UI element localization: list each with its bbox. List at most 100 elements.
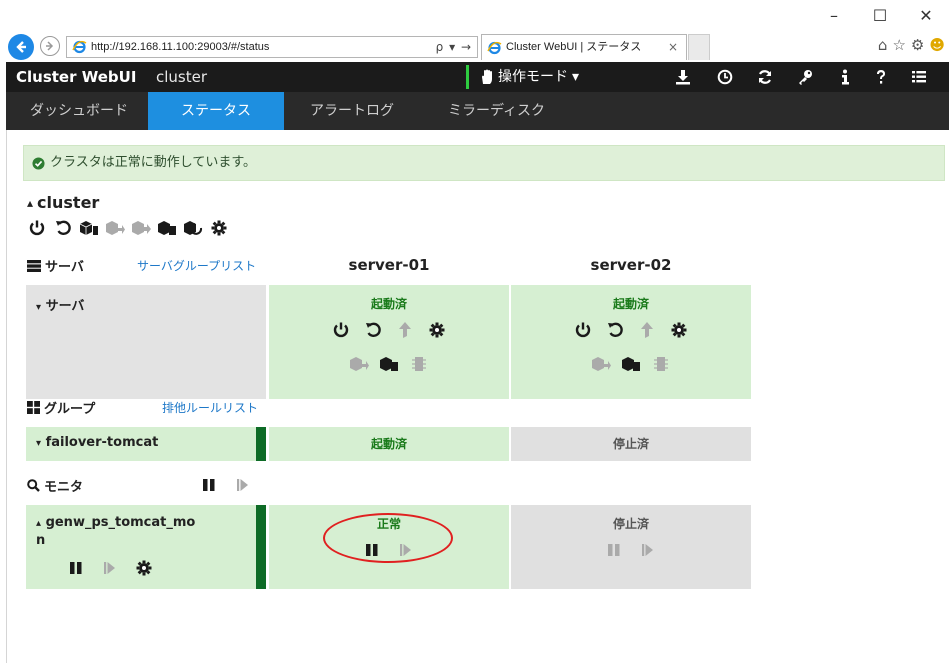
arrow-left-icon (16, 41, 26, 53)
group-server-01-cell[interactable]: 起動済 (269, 427, 509, 461)
forward-button[interactable] (40, 36, 60, 56)
back-button[interactable] (8, 34, 34, 60)
group-server-01-status: 起動済 (370, 437, 407, 451)
group-server-02-cell[interactable]: 停止済 (511, 427, 751, 461)
browser-address-row: http://192.168.11.100:29003/#/status ρ ▾… (0, 30, 949, 62)
restart-icon[interactable] (53, 218, 73, 238)
server-01-actions (269, 320, 509, 340)
settings-gear-icon[interactable]: ⚙ (911, 36, 924, 54)
cube-move-icon[interactable] (591, 354, 611, 374)
home-icon[interactable]: ⌂ (878, 36, 888, 54)
address-url: http://192.168.11.100:29003/#/status (91, 41, 270, 53)
pause-icon[interactable] (199, 475, 219, 495)
reload-icon[interactable] (756, 68, 774, 86)
new-tab-button[interactable] (688, 34, 710, 60)
recover-arrow-icon[interactable] (395, 320, 415, 340)
browser-tab[interactable]: Cluster WebUI | ステータス × (481, 34, 687, 60)
tab-mirror-disk[interactable]: ミラーディスク (434, 92, 559, 130)
resume-icon[interactable] (100, 558, 120, 578)
server-01-status: 起動済 (370, 297, 407, 311)
gear-icon[interactable] (427, 320, 447, 340)
key-icon[interactable] (796, 68, 814, 86)
info-icon[interactable] (836, 68, 854, 86)
cube-stop-icon[interactable] (379, 354, 399, 374)
monitor-server-02-cell[interactable]: 停止済 (511, 505, 751, 589)
search-icon (27, 479, 40, 492)
chevron-down-icon: ▾ (572, 69, 580, 85)
app-brand: Cluster WebUI (16, 68, 137, 86)
cube-start-icon[interactable] (79, 218, 99, 238)
annotation-highlight-ellipse (323, 513, 453, 563)
restart-icon[interactable] (605, 320, 625, 340)
gear-icon[interactable] (669, 320, 689, 340)
gear-icon[interactable] (209, 218, 229, 238)
clock-icon[interactable] (716, 68, 734, 86)
power-icon[interactable] (27, 218, 47, 238)
exclusive-rule-list-link[interactable]: 排他ルールリスト (162, 399, 258, 416)
help-icon[interactable] (872, 68, 890, 86)
resume-icon[interactable] (638, 540, 658, 560)
recover-arrow-icon[interactable] (637, 320, 657, 340)
minimize-button[interactable]: – (811, 0, 857, 30)
cube-move-icon[interactable] (105, 218, 125, 238)
favorites-star-icon[interactable]: ☆ (892, 36, 905, 54)
server-02-status: 起動済 (612, 297, 649, 311)
chip-icon[interactable] (651, 354, 671, 374)
operation-mode-button[interactable]: 操作モード ▾ (480, 62, 579, 92)
tab-alert-log[interactable]: アラートログ (296, 92, 408, 130)
chip-icon[interactable] (409, 354, 429, 374)
list-menu-icon[interactable] (910, 68, 928, 86)
feedback-smiley-icon[interactable]: ☻ (929, 36, 945, 54)
cube-move-icon[interactable] (349, 354, 369, 374)
cube-migrate-icon[interactable] (131, 218, 151, 238)
monitor-row-label-cell[interactable]: ▴ genw_ps_tomcat_mo n (26, 505, 266, 589)
gear-icon[interactable] (134, 558, 154, 578)
pause-icon[interactable] (66, 558, 86, 578)
tab-close-icon[interactable]: × (668, 35, 678, 60)
download-icon[interactable] (674, 68, 692, 86)
server-list-icon (27, 259, 41, 272)
power-icon[interactable] (331, 320, 351, 340)
server-row-label-cell[interactable]: ▾ サーバ (26, 285, 266, 399)
resume-icon[interactable] (233, 475, 253, 495)
caret-up-icon: ▴ (27, 195, 34, 210)
maximize-button[interactable]: ☐ (857, 0, 903, 30)
monitor-server-02-actions (511, 540, 751, 560)
window-controls: – ☐ ✕ (811, 0, 949, 30)
restart-icon[interactable] (363, 320, 383, 340)
browser-toolbar-icons: ⌂ ☆ ⚙ ☻ (878, 36, 945, 54)
servers-section-label: サーバ (27, 256, 84, 275)
server-01-cell: 起動済 (269, 285, 509, 399)
status-content: クラスタは正常に動作しています。 ▴ cluster サーバ サーバグループリス… (6, 130, 949, 663)
groups-section-label: グループ (27, 398, 95, 417)
monitors-section-label: モニタ (27, 476, 83, 495)
cluster-header[interactable]: ▴ cluster (27, 193, 99, 212)
monitor-status-bar (256, 505, 266, 589)
close-window-button[interactable]: ✕ (903, 0, 949, 30)
operation-mode-label: 操作モード (498, 69, 568, 85)
grid-icon (27, 401, 40, 414)
server-02-cell: 起動済 (511, 285, 751, 399)
group-row-label-cell[interactable]: ▾ failover-tomcat (26, 427, 266, 461)
address-bar[interactable]: http://192.168.11.100:29003/#/status ρ ▾… (66, 36, 478, 58)
cluster-title: cluster (37, 193, 100, 212)
app-top-bar: Cluster WebUI cluster 操作モード ▾ (6, 62, 949, 92)
server-group-list-link[interactable]: サーバグループリスト (137, 257, 256, 274)
cube-stop-icon[interactable] (621, 354, 641, 374)
tab-status[interactable]: ステータス (148, 92, 284, 130)
check-circle-icon (32, 156, 45, 170)
server-01-secondary-actions (269, 354, 509, 374)
monitor-server-02-status: 停止済 (612, 517, 649, 531)
tab-dashboard[interactable]: ダッシュボード (16, 92, 142, 130)
address-tools[interactable]: ρ ▾ → (436, 37, 472, 57)
cube-suspend-icon[interactable] (183, 218, 203, 238)
ie-logo-icon (487, 41, 502, 55)
cluster-actions (27, 218, 229, 238)
pause-icon[interactable] (604, 540, 624, 560)
group-row-label: ▾ failover-tomcat (36, 435, 159, 450)
cube-stop-icon[interactable] (157, 218, 177, 238)
tab-title: Cluster WebUI | ステータス (506, 41, 642, 53)
column-server-02: server-02 (590, 256, 672, 274)
group-server-02-status: 停止済 (612, 437, 649, 451)
power-icon[interactable] (573, 320, 593, 340)
